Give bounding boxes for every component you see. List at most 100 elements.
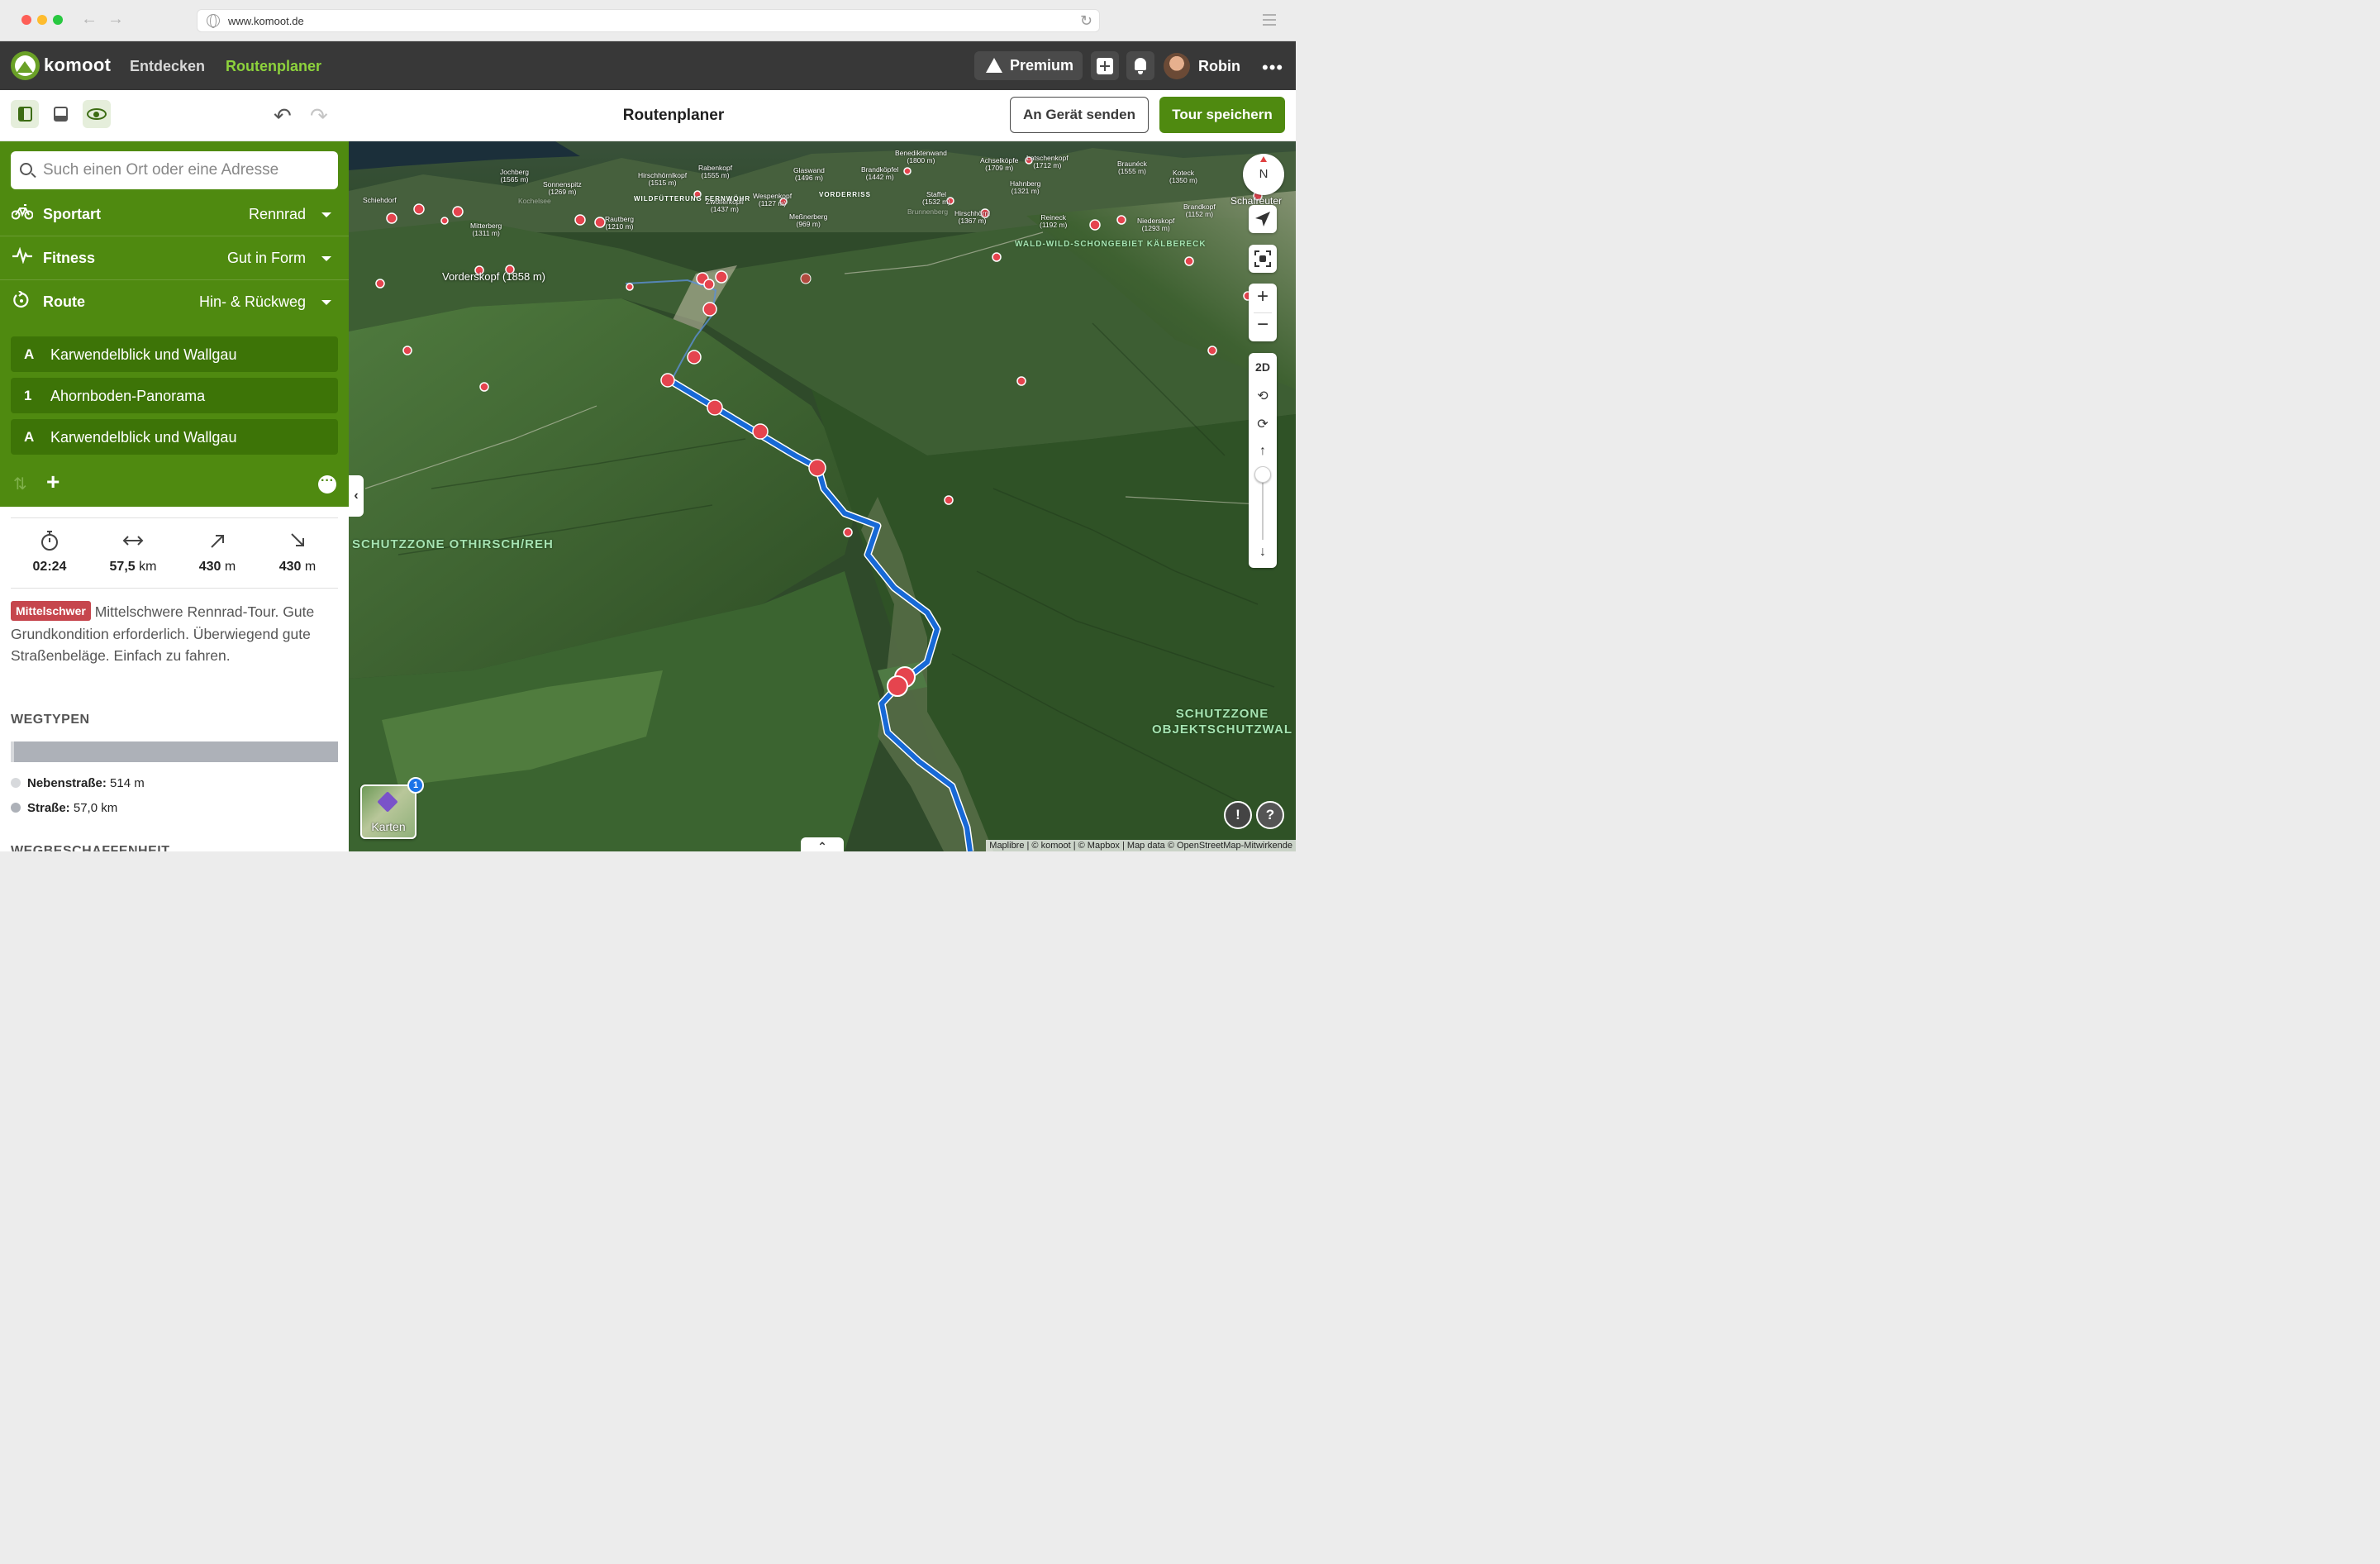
planner-settings: Sportart Rennrad Fitness Gut in Form Rou… (0, 141, 349, 507)
waypoint-name: Ahornboden-Panorama (50, 388, 206, 404)
route-label: Route (43, 293, 85, 310)
peak-label: Latschenkopf (1712 m) (1026, 154, 1069, 169)
peak-label: Niederskopf (1293 m) (1137, 217, 1175, 232)
stopwatch-icon (8, 530, 91, 556)
compass-button[interactable]: N (1243, 154, 1284, 195)
map-view[interactable]: Vorderskopf (1858 m) Jochberg (1565 m) S… (349, 141, 1296, 851)
nav-discover[interactable]: Entdecken (130, 58, 205, 75)
browser-menu-icon[interactable] (1263, 14, 1276, 29)
sport-type-value: Rennrad (248, 206, 306, 222)
reload-icon[interactable]: ↻ (1080, 12, 1092, 30)
tilt-slider-handle[interactable] (1254, 466, 1271, 483)
add-waypoint-icon[interactable]: + (46, 469, 60, 495)
tree-icon (986, 58, 1002, 73)
peak-label: Rautberg (1210 m) (605, 215, 634, 231)
avatar[interactable] (1164, 53, 1190, 79)
swap-icon[interactable]: ⇅ (13, 474, 27, 494)
peak-label: Brandkopf (1152 m) (1183, 203, 1216, 218)
distance-icon (92, 530, 174, 556)
rotate-right-icon[interactable]: ⟳ (1249, 416, 1277, 432)
collapse-sidebar-button[interactable]: ‹ (349, 475, 364, 517)
tilt-down-icon[interactable]: ↓ (1249, 545, 1277, 560)
zone-label: WILDFÜTTERUNG FERNWÖHR (634, 195, 751, 203)
stat-uphill: 430 m (176, 530, 259, 575)
waypoint-item[interactable]: A Karwendelblick und Wallgau (11, 419, 338, 455)
brand-name[interactable]: komoot (44, 55, 111, 76)
difficulty-badge: Mittelschwer (11, 601, 91, 621)
rotate-left-icon[interactable]: ⟲ (1249, 388, 1277, 404)
stat-downhill: 430 m (256, 530, 339, 575)
report-issue-button[interactable]: ! (1224, 801, 1252, 829)
compass-label: N (1259, 167, 1269, 181)
browser-bar: ← → www.komoot.de ↻ (0, 0, 1296, 41)
app-header: komoot Entdecken Routenplaner Premium Ro… (0, 41, 1296, 90)
minimize-window-button[interactable] (37, 15, 47, 25)
locate-me-button[interactable] (1249, 205, 1277, 233)
more-menu-icon[interactable]: ••• (1262, 57, 1283, 79)
save-tour-button[interactable]: Tour speichern (1159, 97, 1285, 133)
pulse-icon (12, 246, 33, 269)
chevron-down-icon (321, 300, 331, 305)
planner-sidebar: Sportart Rennrad Fitness Gut in Form Rou… (0, 141, 349, 851)
divider (11, 588, 338, 589)
close-window-button[interactable] (21, 15, 31, 25)
layers-count-badge: 1 (407, 777, 424, 794)
waypoint-item[interactable]: A Karwendelblick und Wallgau (11, 336, 338, 372)
peak-label: Benediktenwand (1800 m) (895, 149, 947, 165)
peak-label: Mitterberg (1311 m) (470, 222, 502, 237)
map-attribution[interactable]: Maplibre | © komoot | © Mapbox | Map dat… (986, 840, 1296, 851)
premium-button[interactable]: Premium (974, 51, 1083, 80)
send-to-device-button[interactable]: An Gerät senden (1010, 97, 1149, 133)
waypoint-item[interactable]: 1 Ahornboden-Panorama (11, 378, 338, 413)
fitness-select[interactable]: Fitness Gut in Form (0, 236, 349, 280)
legend-dot (11, 803, 21, 813)
route-type-select[interactable]: Route Hin- & Rückweg (0, 280, 349, 324)
create-button[interactable] (1091, 51, 1119, 80)
fit-route-button[interactable] (1249, 245, 1277, 273)
logo-mountain-icon (17, 61, 33, 73)
zoom-in-button[interactable]: + (1249, 285, 1277, 308)
notifications-button[interactable] (1126, 51, 1154, 80)
downhill-value: 430 (278, 560, 302, 574)
maximize-window-button[interactable] (53, 15, 63, 25)
peak-label: Rabenkopf (1555 m) (698, 164, 733, 179)
planner-toolbar: ↶ ↷ Routenplaner An Gerät senden Tour sp… (0, 90, 1296, 141)
waytype-segment[interactable] (11, 741, 14, 762)
more-options-icon[interactable]: ··· (318, 474, 336, 494)
back-arrow-icon[interactable]: ← (81, 10, 98, 29)
peak-label-main: Vorderskopf (1858 m) (442, 270, 546, 283)
waytypes-bar[interactable] (11, 741, 338, 762)
search-box[interactable] (11, 151, 338, 189)
stat-duration: 02:24 (8, 530, 91, 575)
zone-label: SCHUTZZONE OTHIRSCH/REH (352, 537, 554, 551)
zone-label: SCHUTZZONE OBJEKTSCHUTZWAL (1152, 707, 1292, 737)
nav-route-planner[interactable]: Routenplaner (226, 58, 321, 75)
peak-label: Meßnerberg (969 m) (789, 212, 828, 228)
peak-label: Jochberg (1565 m) (500, 168, 529, 184)
peak-label: Wespenkopf (1127 m) (753, 192, 793, 207)
forward-arrow-icon[interactable]: → (107, 10, 124, 29)
peak-label: Sonnenspitz (1269 m) (543, 180, 582, 196)
map-layers-button[interactable]: Karten 1 (360, 777, 424, 839)
sport-type-select[interactable]: Sportart Rennrad (0, 193, 349, 236)
tilt-slider-track[interactable] (1262, 474, 1264, 540)
plus-icon (1097, 58, 1113, 74)
difficulty-description: Mittelschwer Mittelschwere Rennrad-Tour.… (11, 601, 338, 667)
waytype-label: Straße: (27, 801, 70, 815)
peak-label: Schiehdorf (363, 196, 397, 204)
divider (11, 517, 338, 518)
help-button[interactable]: ? (1256, 801, 1284, 829)
zoom-out-button[interactable]: − (1249, 313, 1277, 336)
bike-icon (11, 203, 34, 225)
tilt-up-icon[interactable]: ↑ (1249, 444, 1277, 459)
stat-distance: 57,5 km (92, 530, 174, 575)
sport-type-label: Sportart (43, 206, 102, 222)
address-bar[interactable]: www.komoot.de ↻ (197, 9, 1100, 32)
peak-label: Hirschhörnlkopf (1515 m) (638, 171, 688, 187)
search-input[interactable] (43, 161, 324, 179)
user-name[interactable]: Robin (1198, 58, 1240, 75)
waypoint-tag: A (24, 429, 35, 445)
toggle-2d-button[interactable]: 2D (1249, 360, 1277, 374)
expand-profile-button[interactable]: ⌃ (801, 837, 844, 851)
fitness-label: Fitness (43, 250, 96, 266)
